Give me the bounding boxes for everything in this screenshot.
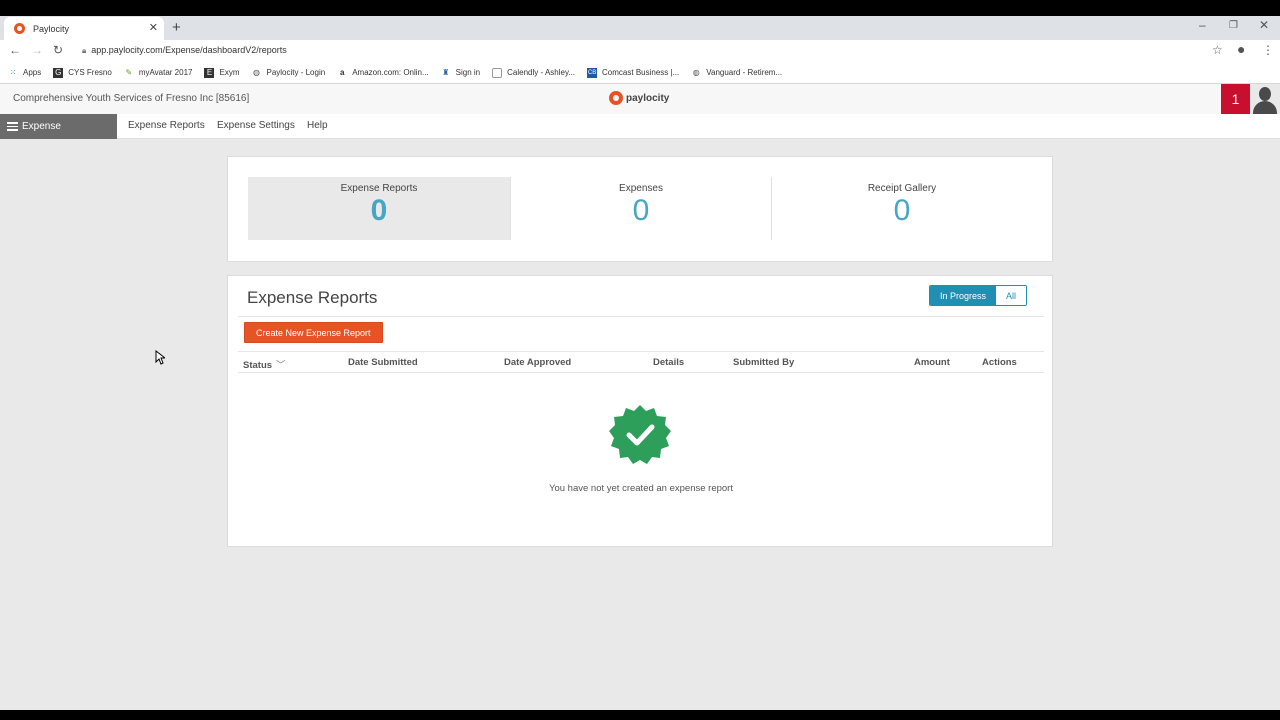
nav-expense-settings[interactable]: Expense Settings — [217, 120, 295, 131]
hamburger-icon — [7, 120, 18, 133]
tile-label: Expenses — [619, 183, 663, 194]
column-date-approved[interactable]: Date Approved — [504, 357, 571, 368]
create-expense-report-button[interactable]: Create New Expense Report — [244, 322, 383, 343]
minimize-icon[interactable]: – — [1199, 18, 1206, 32]
bookmark-label: Exym — [219, 68, 240, 77]
url-field[interactable]: 🔒︎ app.paylocity.com/Expense/dashboardV2/… — [82, 45, 287, 56]
filter-in-progress[interactable]: In Progress — [930, 286, 997, 305]
bookmark-label: CYS Fresno — [68, 68, 112, 77]
bookmark-myavatar[interactable]: ✎ myAvatar 2017 — [124, 68, 193, 78]
tile-count: 0 — [370, 194, 388, 227]
globe-icon: ◍ — [252, 68, 260, 77]
mouse-cursor-icon — [155, 350, 165, 365]
tile-expenses[interactable]: Expenses 0 — [510, 177, 772, 240]
status-filter-toggle: In Progress All — [929, 285, 1028, 306]
tile-label: Expense Reports — [340, 183, 418, 194]
module-nav: Expense Expense Reports Expense Settings… — [0, 114, 1280, 139]
tile-expense-reports[interactable]: Expense Reports 0 — [248, 177, 510, 240]
column-amount[interactable]: Amount — [914, 357, 950, 368]
bookmark-comcast[interactable]: CB Comcast Business |... — [587, 67, 680, 78]
bookmark-label: myAvatar 2017 — [138, 68, 193, 77]
column-label: Status — [243, 360, 273, 371]
column-details[interactable]: Details — [653, 357, 684, 368]
bookmark-apps[interactable]: ⁙ Apps — [8, 68, 42, 78]
g-icon: G — [53, 67, 64, 78]
column-actions: Actions — [982, 357, 1017, 368]
tile-count: 0 — [632, 194, 650, 227]
bookmark-vanguard[interactable]: ◍ Vanguard - Retirem... — [691, 68, 782, 78]
paylocity-favicon-icon — [14, 23, 25, 34]
bookmark-sign-in[interactable]: ♜ Sign in — [441, 68, 480, 78]
close-tab-icon[interactable]: ✕ — [149, 21, 158, 34]
profile-icon[interactable]: ● — [1237, 41, 1245, 57]
apps-grid-icon: ⁙ — [9, 68, 17, 77]
bookmark-label: Apps — [23, 68, 42, 77]
bookmark-label: Vanguard - Retirem... — [706, 68, 783, 77]
bookmark-label: Comcast Business |... — [602, 68, 680, 77]
tab-strip: Paylocity ✕ + – ❐ ✕ — [0, 16, 1280, 40]
module-label: Expense — [22, 121, 61, 132]
bookmark-exym[interactable]: E Exym — [204, 67, 240, 78]
app-header: Comprehensive Youth Services of Fresno I… — [0, 84, 1280, 114]
notification-badge[interactable]: 1 — [1221, 84, 1250, 114]
close-window-icon[interactable]: ✕ — [1259, 18, 1269, 32]
column-date-submitted[interactable]: Date Submitted — [348, 357, 418, 368]
verified-badge-icon — [609, 405, 671, 464]
reload-icon[interactable]: ↻ — [53, 43, 63, 57]
bookmark-cys-fresno[interactable]: G CYS Fresno — [53, 67, 112, 78]
nav-help[interactable]: Help — [307, 120, 328, 131]
globe-icon: ◍ — [692, 68, 700, 77]
amazon-icon: a — [339, 68, 345, 77]
bookmark-amazon[interactable]: a Amazon.com: Onlin... — [337, 68, 429, 78]
lock-icon: 🔒︎ — [82, 46, 87, 55]
bookmark-star-icon[interactable]: ☆ — [1212, 43, 1223, 57]
cb-icon: CB — [587, 67, 598, 78]
filter-all[interactable]: All — [996, 286, 1027, 305]
calendly-icon — [492, 67, 503, 78]
tab-title: Paylocity — [33, 23, 70, 34]
column-status[interactable]: Status ﹀ — [243, 357, 286, 371]
divider — [238, 316, 1044, 317]
nav-expense-reports[interactable]: Expense Reports — [128, 120, 205, 131]
new-tab-icon[interactable]: + — [172, 19, 181, 36]
bookmark-label: Paylocity - Login — [266, 68, 326, 77]
tile-count: 0 — [893, 194, 911, 227]
bookmark-label: Calendly - Ashley... — [507, 68, 576, 77]
menu-kebab-icon[interactable]: ⋮ — [1262, 43, 1274, 57]
paylocity-logo[interactable]: paylocity — [609, 91, 669, 105]
empty-state-message: You have not yet created an expense repo… — [549, 483, 733, 494]
url-text: app.paylocity.com/Expense/dashboardV2/re… — [91, 45, 287, 55]
section-title: Expense Reports — [247, 288, 378, 307]
logo-text: paylocity — [626, 92, 670, 104]
tile-receipt-gallery[interactable]: Receipt Gallery 0 — [771, 177, 1033, 240]
module-menu-button[interactable]: Expense — [0, 114, 117, 139]
user-avatar-icon[interactable] — [1250, 84, 1280, 114]
paylocity-logo-icon — [609, 91, 623, 105]
forward-icon[interactable]: → — [31, 43, 43, 57]
back-icon[interactable]: ← — [9, 43, 21, 57]
summary-card: Expense Reports 0 Expenses 0 Receipt Gal… — [227, 156, 1053, 262]
browser-tab[interactable]: Paylocity ✕ — [4, 17, 164, 40]
bookmark-label: Sign in — [455, 68, 481, 77]
tile-label: Receipt Gallery — [867, 183, 937, 194]
bookmark-paylocity-login[interactable]: ◍ Paylocity - Login — [251, 68, 325, 78]
browser-window: Paylocity ✕ + – ❐ ✕ ← → ↻ 🔒︎ app.paylocit… — [0, 16, 1280, 710]
bookmarks-bar: ⁙ Apps G CYS Fresno ✎ myAvatar 2017 E Exym ◍… — [0, 62, 1280, 84]
bookmark-label: Amazon.com: Onlin... — [352, 68, 429, 77]
restore-icon[interactable]: ❐ — [1229, 20, 1238, 31]
address-bar-row: ← → ↻ 🔒︎ app.paylocity.com/Expense/dashbo… — [0, 40, 1280, 62]
screen: Paylocity ✕ + – ❐ ✕ ← → ↻ 🔒︎ app.paylocit… — [0, 0, 1280, 720]
expense-reports-card: Expense Reports In Progress All Create N… — [227, 275, 1053, 547]
table-header: Status ﹀ Date Submitted Date Approved Det… — [238, 351, 1044, 373]
company-name: Comprehensive Youth Services of Fresno I… — [13, 93, 250, 104]
column-submitted-by[interactable]: Submitted By — [733, 357, 794, 368]
e-icon: E — [204, 67, 215, 78]
avatar-bookmark-icon: ✎ — [125, 68, 133, 77]
chevron-down-icon: ﹀ — [276, 360, 286, 371]
bookmark-calendly[interactable]: Calendly - Ashley... — [492, 67, 576, 78]
signin-icon: ♜ — [442, 68, 450, 77]
